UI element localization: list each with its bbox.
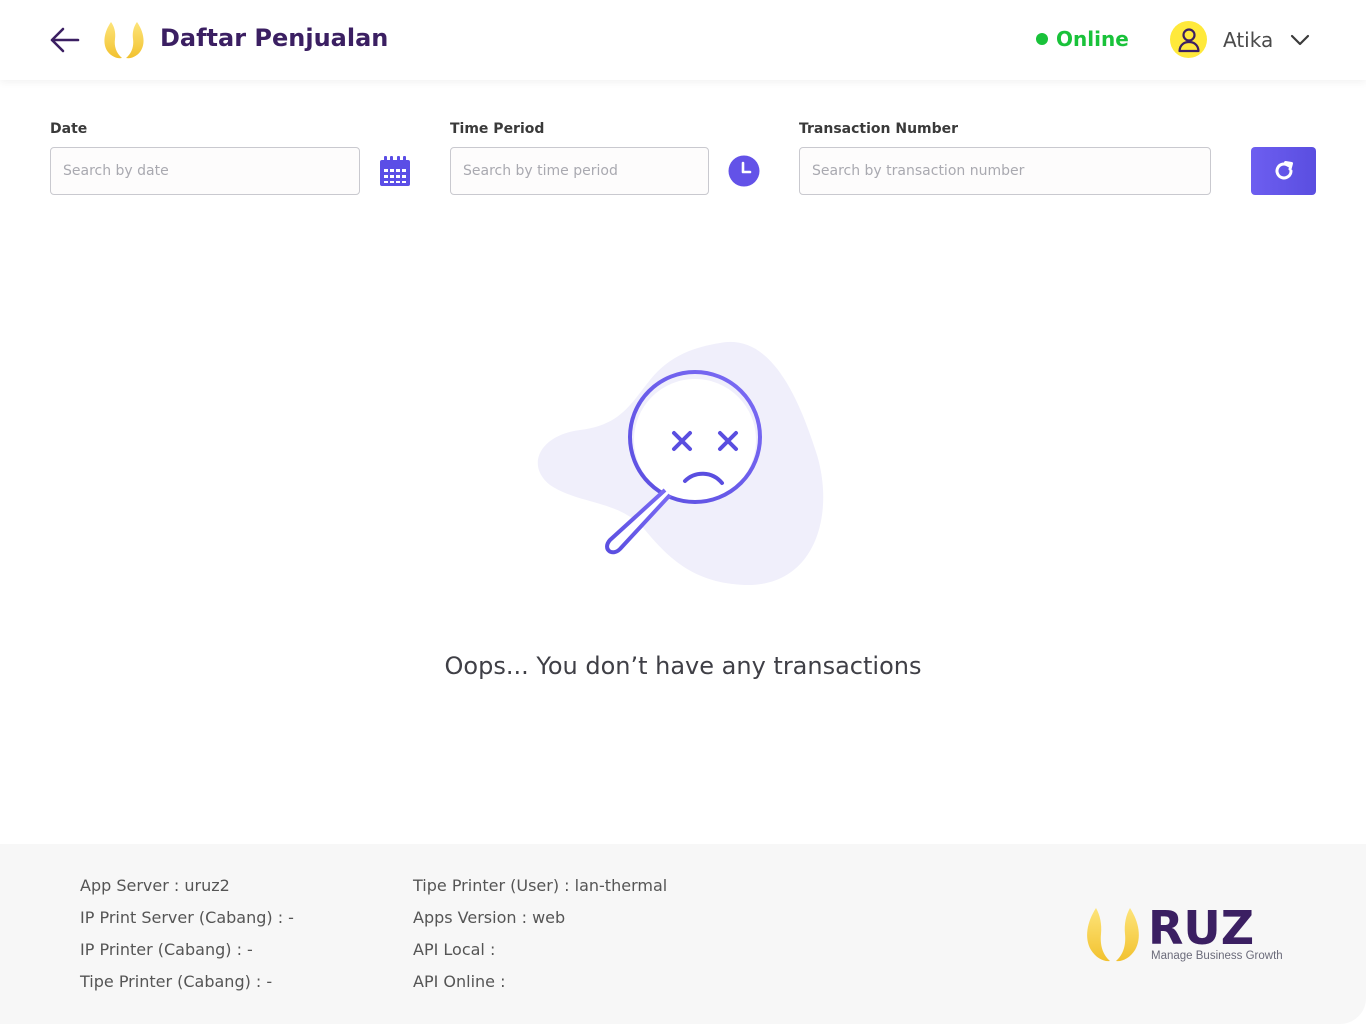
clock-icon[interactable]: [728, 155, 760, 187]
date-label: Date: [50, 121, 88, 137]
back-arrow-icon[interactable]: [48, 24, 82, 56]
empty-state-message: Oops... You don’t have any transactions: [444, 652, 922, 680]
api-local-info: API Local :: [413, 940, 496, 959]
app-server-info: App Server : uruz2: [80, 876, 230, 895]
tipe-printer-user-info: Tipe Printer (User) : lan-thermal: [413, 876, 668, 895]
time-period-label: Time Period: [450, 121, 545, 137]
ip-print-server-info: IP Print Server (Cabang) : -: [80, 908, 294, 927]
status-dot-icon: [1036, 33, 1048, 45]
refresh-icon: [1275, 161, 1293, 180]
logo-icon: [102, 20, 146, 60]
ip-printer-info: IP Printer (Cabang) : -: [80, 940, 253, 959]
apps-version-info: Apps Version : web: [413, 908, 566, 927]
api-online-info: API Online :: [413, 972, 506, 991]
tipe-printer-cabang-info: Tipe Printer (Cabang) : -: [80, 972, 273, 991]
calendar-icon[interactable]: [379, 155, 411, 187]
brand-tagline: Manage Business Growth: [1151, 950, 1283, 962]
connection-status: Online: [1036, 27, 1129, 51]
date-search-input[interactable]: [50, 147, 360, 195]
avatar: [1170, 21, 1207, 58]
footer-info-right: Tipe Printer (User) : lan-thermal Apps V…: [413, 874, 667, 1002]
status-label: Online: [1056, 27, 1129, 51]
user-menu[interactable]: Atika: [1170, 21, 1311, 58]
user-name: Atika: [1223, 27, 1274, 52]
brand-logo: RUZ Manage Business Growth: [1084, 901, 1294, 968]
magnifier-sad-icon: [530, 335, 840, 595]
top-bar: Daftar Penjualan Online Atika: [0, 0, 1366, 80]
brand-name: RUZ: [1148, 906, 1254, 955]
chevron-down-icon[interactable]: [1289, 29, 1311, 51]
time-period-search-input[interactable]: [450, 147, 709, 195]
page-title: Daftar Penjualan: [160, 24, 389, 52]
transaction-number-search-input[interactable]: [799, 147, 1211, 195]
refresh-button[interactable]: [1251, 147, 1316, 195]
footer-info-left: App Server : uruz2 IP Print Server (Caba…: [80, 874, 294, 1002]
user-icon: [1177, 27, 1200, 52]
transaction-number-label: Transaction Number: [799, 121, 959, 137]
footer: App Server : uruz2 IP Print Server (Caba…: [0, 844, 1366, 1024]
